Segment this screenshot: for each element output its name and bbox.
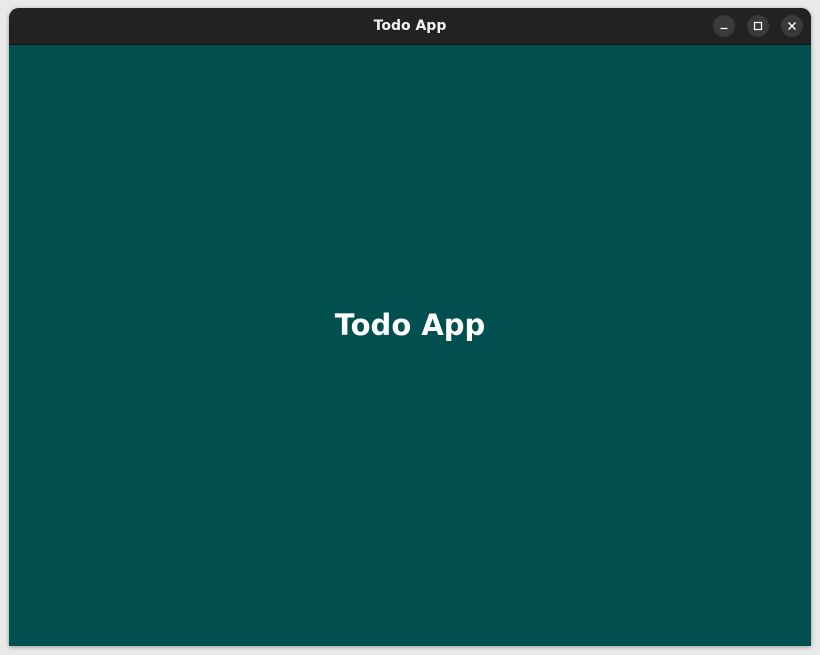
maximize-icon	[753, 21, 763, 31]
app-window: Todo App Todo App	[9, 8, 811, 646]
close-icon	[787, 21, 797, 31]
minimize-icon	[719, 21, 729, 31]
window-title: Todo App	[373, 18, 447, 34]
app-heading: Todo App	[334, 308, 486, 342]
close-button[interactable]	[781, 15, 803, 37]
maximize-button[interactable]	[747, 15, 769, 37]
minimize-button[interactable]	[713, 15, 735, 37]
title-bar[interactable]: Todo App	[9, 8, 811, 45]
main-content: Todo App	[9, 45, 811, 646]
